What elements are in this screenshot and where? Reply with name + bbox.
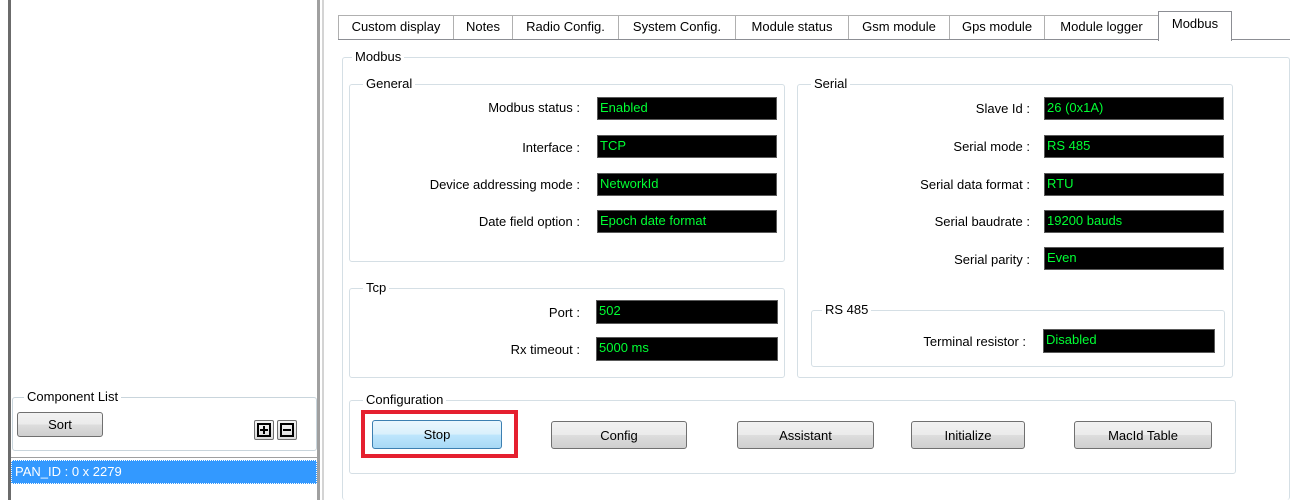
tab-custom-display[interactable]: Custom display bbox=[338, 15, 454, 39]
tcp-group-title: Tcp bbox=[363, 280, 390, 295]
tab-modbus[interactable]: Modbus bbox=[1158, 11, 1232, 41]
date-field-option-field: Epoch date format bbox=[597, 210, 777, 233]
serial-data-format-field: RTU bbox=[1044, 173, 1224, 196]
interface-label: Interface : bbox=[522, 140, 580, 155]
left-pane-border bbox=[8, 0, 11, 500]
tab-system-config[interactable]: System Config. bbox=[618, 15, 736, 39]
initialize-button[interactable]: Initialize bbox=[911, 421, 1025, 449]
port-field: 502 bbox=[596, 300, 778, 324]
serial-mode-label: Serial mode : bbox=[953, 139, 1030, 154]
device-addressing-mode-field: NetworkId bbox=[597, 173, 777, 196]
date-field-option-label: Date field option : bbox=[478, 214, 580, 229]
serial-baudrate-field: 19200 bauds bbox=[1044, 210, 1224, 233]
config-button[interactable]: Config bbox=[551, 421, 687, 449]
modbus-group-title: Modbus bbox=[352, 49, 405, 64]
modbus-status-field: Enabled bbox=[597, 97, 777, 120]
serial-mode-field: RS 485 bbox=[1044, 135, 1224, 158]
splitter[interactable] bbox=[317, 0, 320, 500]
device-addressing-mode-label: Device addressing mode : bbox=[429, 177, 580, 192]
general-group-title: General bbox=[363, 76, 416, 91]
sort-button[interactable]: Sort bbox=[17, 412, 103, 437]
serial-parity-label: Serial parity : bbox=[954, 252, 1030, 267]
serial-data-format-label: Serial data format : bbox=[920, 177, 1030, 192]
serial-group-title: Serial bbox=[811, 76, 851, 91]
component-list-title: Component List bbox=[24, 389, 122, 404]
slave-id-field: 26 (0x1A) bbox=[1044, 97, 1224, 120]
component-tree: PAN_ID : 0 x 2279 bbox=[11, 457, 317, 500]
rx-timeout-field: 5000 ms bbox=[596, 337, 778, 361]
terminal-resistor-field: Disabled bbox=[1043, 329, 1215, 353]
tab-radio-config[interactable]: Radio Config. bbox=[512, 15, 619, 39]
splitter-edge bbox=[322, 0, 324, 500]
macid-table-button[interactable]: MacId Table bbox=[1074, 421, 1212, 449]
serial-parity-field: Even bbox=[1044, 247, 1224, 270]
tab-notes[interactable]: Notes bbox=[453, 15, 513, 39]
tab-module-status[interactable]: Module status bbox=[735, 15, 849, 39]
tab-panel-border bbox=[338, 39, 1290, 40]
tree-item-pan-id[interactable]: PAN_ID : 0 x 2279 bbox=[11, 460, 317, 484]
assistant-button[interactable]: Assistant bbox=[737, 421, 874, 449]
stop-button[interactable]: Stop bbox=[372, 420, 502, 449]
interface-field: TCP bbox=[597, 135, 777, 158]
modbus-status-label: Modbus status : bbox=[488, 100, 580, 115]
serial-baudrate-label: Serial baudrate : bbox=[934, 214, 1030, 229]
tab-gsm-module[interactable]: Gsm module bbox=[848, 15, 950, 39]
rx-timeout-label: Rx timeout : bbox=[510, 342, 580, 357]
terminal-resistor-label: Terminal resistor : bbox=[923, 334, 1026, 349]
expand-all-icon[interactable] bbox=[254, 420, 274, 440]
tab-module-logger[interactable]: Module logger bbox=[1044, 15, 1159, 39]
configuration-group-title: Configuration bbox=[363, 392, 447, 407]
collapse-all-icon[interactable] bbox=[277, 420, 297, 440]
tab-gps-module[interactable]: Gps module bbox=[949, 15, 1045, 39]
slave-id-label: Slave Id : bbox=[975, 101, 1030, 116]
rs485-group-title: RS 485 bbox=[822, 302, 872, 317]
port-label: Port : bbox=[548, 305, 580, 320]
